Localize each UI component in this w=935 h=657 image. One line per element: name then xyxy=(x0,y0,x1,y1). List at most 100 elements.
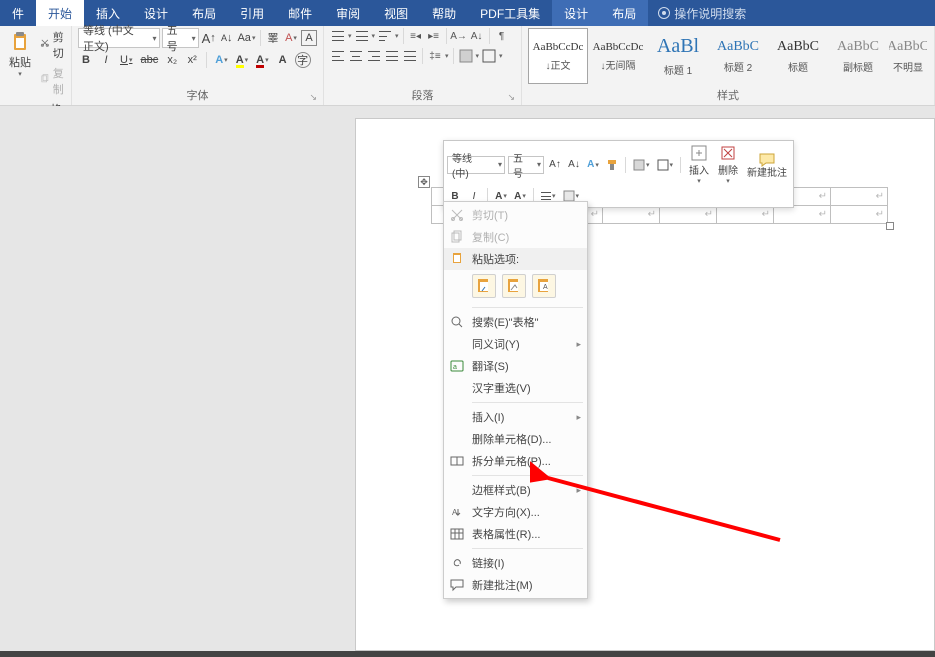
align-left-button[interactable] xyxy=(330,48,346,64)
font-launcher-icon[interactable]: ↘ xyxy=(309,92,317,103)
ctx-reselect-cjk[interactable]: 汉字重选(V) xyxy=(444,377,587,399)
tab-mailings[interactable]: 邮件 xyxy=(276,0,324,26)
enclosed-chars-button[interactable]: 字 xyxy=(295,52,311,68)
mini-delete-button[interactable]: 删除▾ xyxy=(715,144,741,185)
borders-button[interactable] xyxy=(481,48,497,64)
underline-button[interactable]: U xyxy=(118,52,134,68)
ctx-insert[interactable]: 插入(I) ▸ xyxy=(444,406,587,428)
show-marks-button[interactable]: ¶ xyxy=(494,28,510,44)
justify-button[interactable] xyxy=(384,48,400,64)
mini-borders[interactable] xyxy=(655,157,676,173)
mini-shading[interactable] xyxy=(631,157,652,173)
mini-text-effects[interactable]: A xyxy=(585,157,601,173)
tab-help[interactable]: 帮助 xyxy=(420,0,468,26)
style-heading2[interactable]: AaBbC标题 2 xyxy=(708,28,768,84)
style-subtitle[interactable]: AaBbC副标题 xyxy=(828,28,888,84)
ctx-delete-cells[interactable]: 删除单元格(D)... xyxy=(444,428,587,450)
styles-gallery[interactable]: AaBbCcDc↓正文 AaBbCcDc↓无间隔 AaBl标题 1 AaBbC标… xyxy=(528,28,928,84)
paragraph-launcher-icon[interactable]: ↘ xyxy=(507,92,515,103)
ctx-search[interactable]: 搜索(E)"表格" xyxy=(444,311,587,333)
split-cells-icon xyxy=(450,454,464,468)
paste-merge-formatting[interactable] xyxy=(502,274,526,298)
tab-table-layout[interactable]: 布局 xyxy=(600,0,648,26)
line-spacing-button[interactable]: ‡≡ xyxy=(427,48,443,64)
text-effects-button[interactable]: A xyxy=(213,52,229,68)
phonetic-guide-button[interactable]: 睪 xyxy=(265,30,281,46)
mini-new-comment-button[interactable]: 新建批注 xyxy=(744,151,790,179)
char-border-button[interactable]: A xyxy=(301,30,317,46)
ctx-table-properties[interactable]: 表格属性(R)... xyxy=(444,523,587,545)
multilevel-button[interactable] xyxy=(377,28,393,44)
sort-button[interactable]: A↓ xyxy=(469,28,485,44)
copy-button[interactable]: 复制 xyxy=(38,64,70,98)
font-name-combo[interactable]: 等线 (中文正文) xyxy=(78,28,160,48)
tab-review[interactable]: 审阅 xyxy=(324,0,372,26)
mini-insert-button[interactable]: 插入▾ xyxy=(686,144,712,185)
distribute-button[interactable] xyxy=(402,48,418,64)
tab-references[interactable]: 引用 xyxy=(228,0,276,26)
tab-table-design[interactable]: 设计 xyxy=(552,0,600,26)
copy-icon xyxy=(450,230,464,244)
increase-indent-button[interactable]: ▸≡ xyxy=(426,28,442,44)
ctx-copy[interactable]: 复制(C) xyxy=(444,226,587,248)
ctx-link[interactable]: 链接(I) xyxy=(444,552,587,574)
tab-view[interactable]: 视图 xyxy=(372,0,420,26)
mini-shrink-font[interactable]: A↓ xyxy=(566,157,582,173)
paste-keep-source[interactable] xyxy=(472,274,496,298)
font-color-button[interactable]: A xyxy=(254,52,270,68)
cut-button[interactable]: 剪切 xyxy=(38,28,70,62)
style-no-spacing[interactable]: AaBbCcDc↓无间隔 xyxy=(588,28,648,84)
style-title[interactable]: AaBbC标题 xyxy=(768,28,828,84)
group-font-label: 字体↘ xyxy=(78,85,317,105)
superscript-button[interactable]: x² xyxy=(184,52,200,68)
tab-home[interactable]: 开始 xyxy=(36,0,84,26)
change-case-button[interactable]: Aa xyxy=(237,30,256,46)
strikethrough-button[interactable]: abc xyxy=(138,52,160,68)
shading-button[interactable] xyxy=(458,48,474,64)
char-shading-button[interactable]: A xyxy=(275,52,291,68)
paste-text-only[interactable]: A xyxy=(532,274,556,298)
align-right-button[interactable] xyxy=(366,48,382,64)
submenu-arrow-icon: ▸ xyxy=(576,412,581,423)
ctx-new-comment[interactable]: 新建批注(M) xyxy=(444,574,587,596)
italic-button[interactable]: I xyxy=(98,52,114,68)
align-center-button[interactable] xyxy=(348,48,364,64)
tell-me-search[interactable]: 操作说明搜索 xyxy=(648,0,756,26)
ctx-translate[interactable]: а 翻译(S) xyxy=(444,355,587,377)
mini-format-painter[interactable] xyxy=(604,157,620,173)
ctx-cut[interactable]: 剪切(T) xyxy=(444,204,587,226)
style-heading1[interactable]: AaBl标题 1 xyxy=(648,28,708,84)
table-resize-handle[interactable] xyxy=(886,222,894,230)
numbering-button[interactable] xyxy=(354,28,370,44)
ctx-text-direction[interactable]: A 文字方向(X)... xyxy=(444,501,587,523)
bold-button[interactable]: B xyxy=(78,52,94,68)
ltr-button[interactable]: A→ xyxy=(451,28,467,44)
table-properties-icon xyxy=(450,527,464,541)
ctx-synonyms[interactable]: 同义词(Y) ▸ xyxy=(444,333,587,355)
style-normal[interactable]: AaBbCcDc↓正文 xyxy=(528,28,588,84)
mini-grow-font[interactable]: A↑ xyxy=(547,157,563,173)
font-size-combo[interactable]: 五号 xyxy=(162,28,199,48)
submenu-arrow-icon: ▸ xyxy=(576,339,581,350)
clear-formatting-button[interactable]: A xyxy=(283,30,299,46)
highlight-button[interactable]: A xyxy=(234,52,250,68)
table-move-handle[interactable]: ✥ xyxy=(418,176,430,188)
style-subtle[interactable]: AaBbC不明显 xyxy=(888,28,928,84)
decrease-indent-button[interactable]: ≡◂ xyxy=(408,28,424,44)
bullets-button[interactable] xyxy=(330,28,346,44)
lightbulb-icon xyxy=(658,7,670,19)
shrink-font-button[interactable]: A↓ xyxy=(219,30,235,46)
svg-text:а: а xyxy=(453,364,457,371)
tab-file[interactable]: 件 xyxy=(0,0,36,26)
tab-pdf-tools[interactable]: PDF工具集 xyxy=(468,0,552,26)
subscript-button[interactable]: x₂ xyxy=(164,52,180,68)
ctx-split-cells[interactable]: 拆分单元格(P)... xyxy=(444,450,587,472)
group-clipboard: 粘贴 ▾ 剪切 复制 格式刷 剪贴板↘ xyxy=(0,26,72,105)
paste-button[interactable]: 粘贴 ▾ xyxy=(6,28,34,80)
mini-toolbar: 等线 (中) 五号 A↑ A↓ A 插入▾ 删除▾ 新建批注 B I A A xyxy=(443,140,794,208)
ctx-border-styles[interactable]: 边框样式(B) ▸ xyxy=(444,479,587,501)
tab-layout[interactable]: 布局 xyxy=(180,0,228,26)
mini-font-size[interactable]: 五号 xyxy=(508,156,544,174)
mini-font-name[interactable]: 等线 (中) xyxy=(447,156,505,174)
grow-font-button[interactable]: A↑ xyxy=(201,30,217,46)
